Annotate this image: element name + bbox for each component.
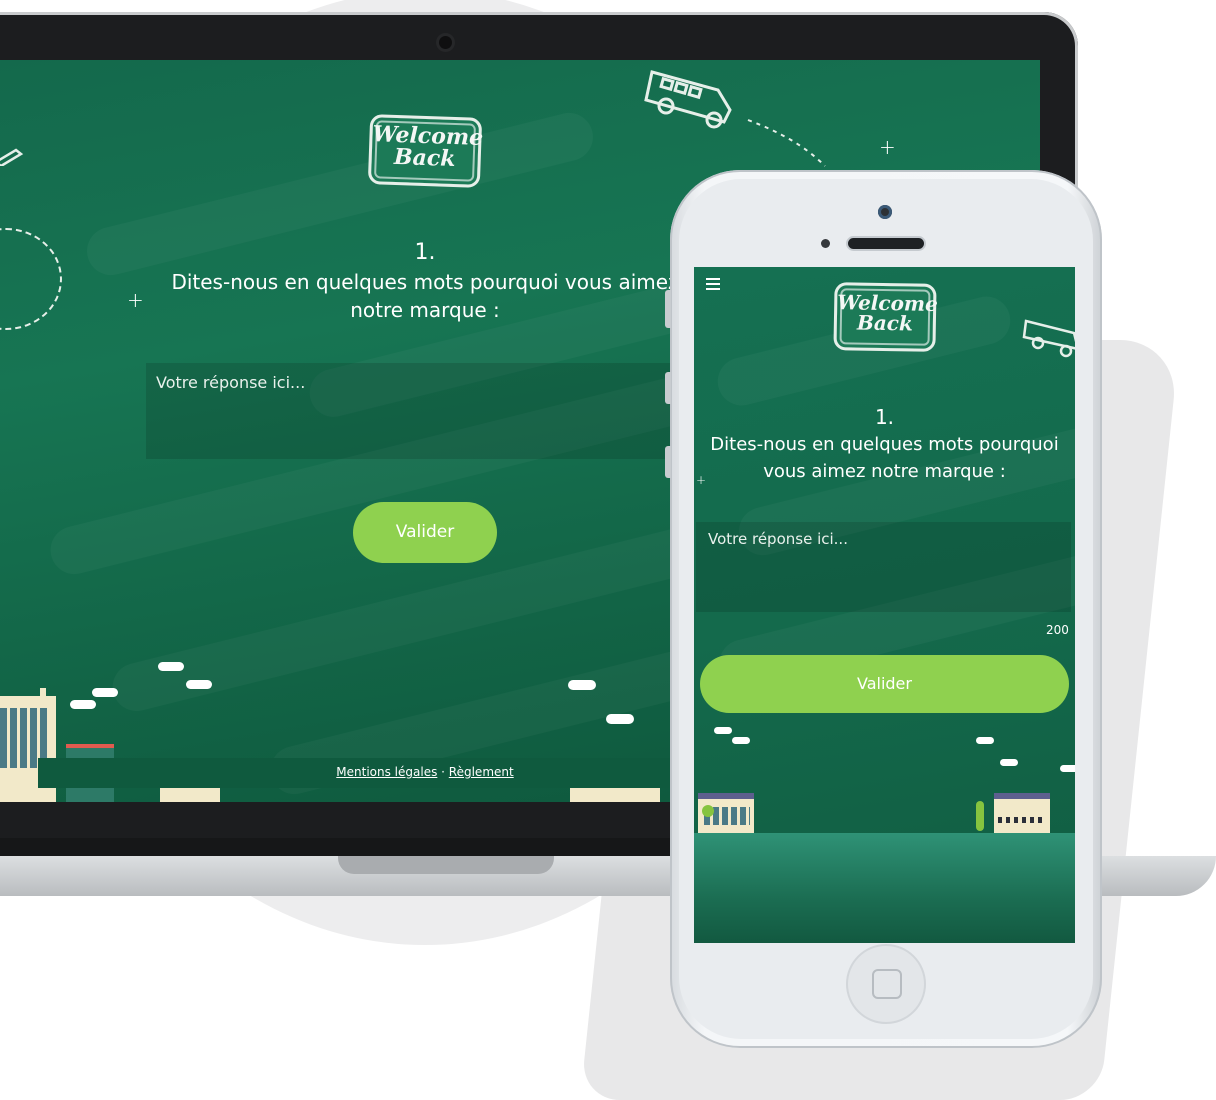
hamburger-menu-icon[interactable]	[706, 278, 720, 293]
school-bus-icon	[644, 70, 826, 167]
building	[570, 788, 660, 802]
cloud	[92, 688, 118, 697]
question-number: 1.	[874, 405, 895, 429]
footer-separator: ·	[437, 765, 449, 779]
phone-ground	[694, 833, 1075, 943]
question-text: Dites-nous en quelques mots pourquoi vou…	[710, 434, 1059, 482]
welcome-back-sign: Welcome Back	[833, 282, 938, 352]
cloud	[732, 737, 750, 744]
phone-screen: + Welcome Back 1. Dites-nous en quelques…	[694, 267, 1075, 943]
laptop-notch	[338, 856, 554, 874]
cloud	[606, 714, 634, 724]
welcome-back-sign: Welcome Back	[367, 114, 484, 188]
cloud	[714, 727, 732, 734]
phone-side-button	[665, 446, 671, 478]
cloud	[70, 700, 96, 709]
submit-button[interactable]: Valider	[353, 502, 497, 563]
submit-button[interactable]: Valider	[700, 655, 1069, 713]
phone-speaker	[848, 238, 924, 249]
plus-decoration: +	[127, 288, 144, 312]
building	[160, 788, 220, 802]
home-square-icon	[872, 969, 902, 999]
school-bus-icon	[1022, 319, 1075, 358]
phone-sensor	[821, 239, 830, 248]
phone-camera	[878, 205, 892, 219]
phone-side-button	[665, 372, 671, 404]
question-text: Dites-nous en quelques mots pourquoi vou…	[171, 270, 679, 322]
reglement-link[interactable]: Règlement	[449, 765, 514, 779]
cloud	[158, 662, 184, 671]
cloud	[976, 737, 994, 744]
character-counter: 200	[1046, 623, 1069, 637]
cloud	[1000, 759, 1018, 766]
laptop-camera	[439, 36, 452, 49]
answer-textarea[interactable]: Votre réponse ici...	[146, 363, 706, 459]
answer-textarea[interactable]: Votre réponse ici...	[696, 522, 1071, 612]
cloud	[568, 680, 596, 690]
pencil-icon	[0, 148, 24, 166]
phone-side-button	[665, 290, 671, 328]
mentions-link[interactable]: Mentions légales	[336, 765, 437, 779]
cloud	[1060, 765, 1075, 772]
plus-decoration: +	[879, 135, 896, 159]
cloud	[186, 680, 212, 689]
